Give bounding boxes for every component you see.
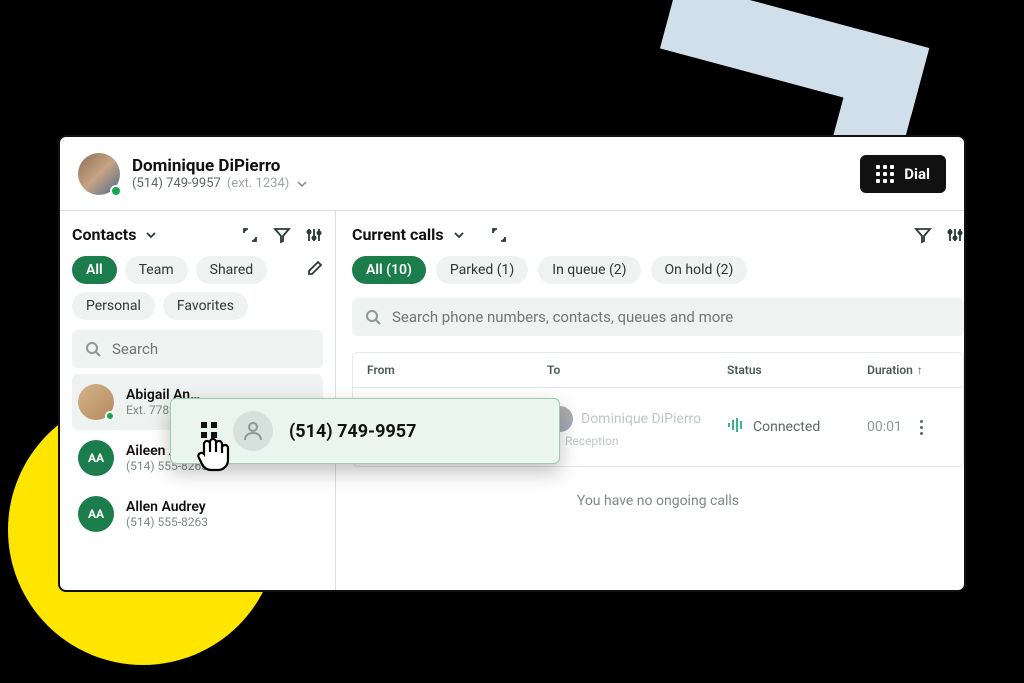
contact-name: Allen Audrey <box>126 499 208 515</box>
window-header: Dominique DiPierro (514) 749-9957 (ext. … <box>60 137 964 211</box>
expand-icon[interactable] <box>241 226 259 244</box>
contact-avatar: AA <box>78 496 114 532</box>
contacts-chip-all[interactable]: All <box>72 256 117 284</box>
presence-indicator <box>105 411 115 421</box>
settings-sliders-icon[interactable] <box>946 226 964 244</box>
calls-chip-inqueue[interactable]: In queue (2) <box>538 256 640 284</box>
current-user-phone-row[interactable]: (514) 749-9957 (ext. 1234) <box>132 176 860 191</box>
col-to[interactable]: To <box>547 363 727 377</box>
current-user-block: Dominique DiPierro (514) 749-9957 (ext. … <box>132 156 860 191</box>
dial-button[interactable]: Dial <box>860 155 946 193</box>
calls-chip-all[interactable]: All (10) <box>352 256 426 284</box>
current-user-avatar[interactable] <box>78 153 120 195</box>
contacts-chip-personal[interactable]: Personal <box>72 292 155 320</box>
sort-ascending-icon: ↑ <box>917 363 923 377</box>
current-user-ext: (ext. 1234) <box>227 176 289 191</box>
drag-cursor-icon <box>195 422 239 470</box>
filter-icon[interactable] <box>273 226 291 244</box>
calls-title-dropdown[interactable]: Current calls <box>352 225 464 244</box>
chevron-down-icon <box>454 230 464 240</box>
contact-item[interactable]: AA Allen Audrey (514) 555-8263 <box>72 486 323 542</box>
dialpad-icon <box>876 165 894 183</box>
current-user-name: Dominique DiPierro <box>132 156 860 176</box>
dial-label: Dial <box>904 165 930 183</box>
contact-sub: (514) 555-8263 <box>126 515 208 529</box>
edit-chips-icon[interactable] <box>307 260 323 280</box>
callee-sub: Reception <box>565 434 618 448</box>
row-menu-icon[interactable] <box>920 420 923 435</box>
contacts-title-dropdown[interactable]: Contacts <box>72 225 156 244</box>
presence-indicator <box>110 185 122 197</box>
connected-bars-icon <box>727 416 745 438</box>
contact-avatar: AA <box>78 440 114 476</box>
col-duration[interactable]: Duration↑ <box>867 363 949 377</box>
status-label: Connected <box>753 419 820 435</box>
contact-avatar <box>78 384 114 420</box>
col-status[interactable]: Status <box>727 363 867 377</box>
search-icon <box>364 308 382 326</box>
expand-icon[interactable] <box>490 226 508 244</box>
chevron-down-icon <box>297 179 307 189</box>
calls-search-input[interactable] <box>392 308 952 326</box>
popover-number: (514) 749-9957 <box>289 421 416 442</box>
person-icon <box>233 411 273 451</box>
contacts-search-input[interactable] <box>112 340 311 358</box>
calls-search[interactable] <box>352 298 964 336</box>
current-user-phone: (514) 749-9957 <box>132 176 221 191</box>
duration-value: 00:01 <box>867 419 902 435</box>
contacts-search[interactable] <box>72 330 323 368</box>
calls-table-header: From To Status Duration↑ <box>352 352 964 388</box>
contacts-chip-shared[interactable]: Shared <box>196 256 268 284</box>
contacts-chip-favorites[interactable]: Favorites <box>163 292 248 320</box>
search-icon <box>84 340 102 358</box>
app-window: Dominique DiPierro (514) 749-9957 (ext. … <box>58 135 966 592</box>
col-from[interactable]: From <box>367 363 547 377</box>
callee-name: Dominique DiPierro <box>581 411 701 427</box>
settings-sliders-icon[interactable] <box>305 226 323 244</box>
calls-chip-onhold[interactable]: On hold (2) <box>651 256 748 284</box>
filter-icon[interactable] <box>914 226 932 244</box>
empty-state-message: You have no ongoing calls <box>352 467 964 519</box>
calls-chip-parked[interactable]: Parked (1) <box>436 256 528 284</box>
contacts-chip-team[interactable]: Team <box>125 256 188 284</box>
chevron-down-icon <box>146 230 156 240</box>
